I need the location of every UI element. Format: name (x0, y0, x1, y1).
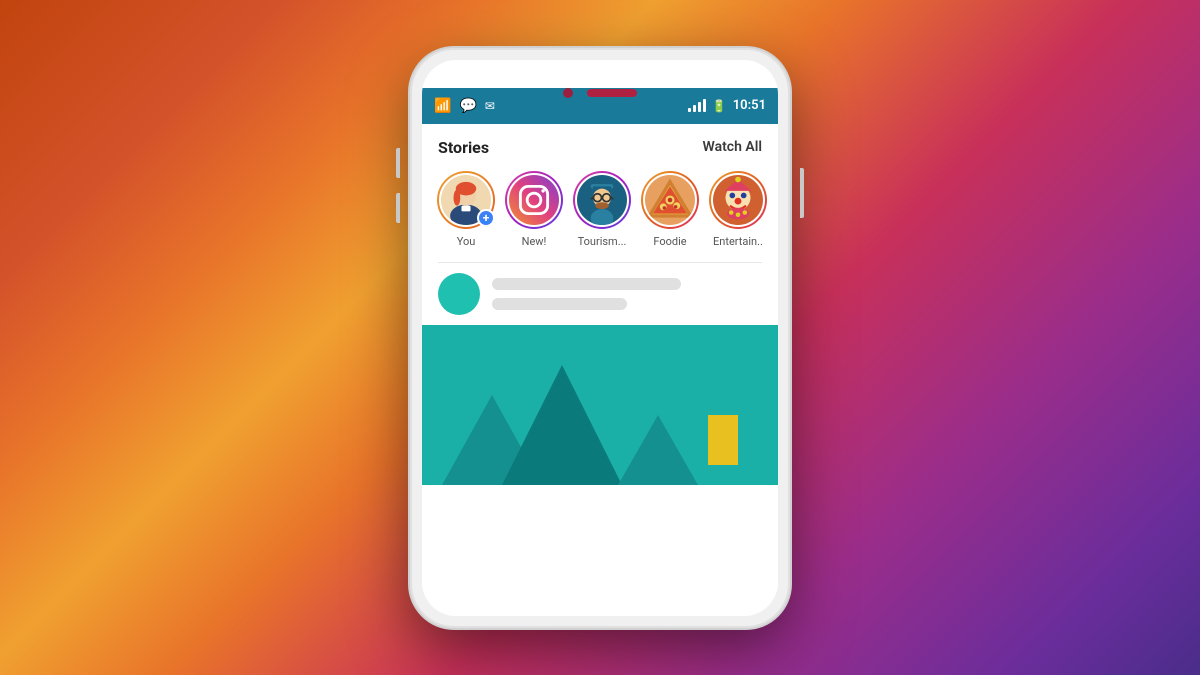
stories-header: Stories Watch All (422, 124, 778, 165)
story-inner-foodie (643, 173, 697, 227)
volume-down-button (396, 193, 400, 223)
front-camera (563, 88, 573, 98)
feed-avatar (438, 273, 480, 315)
stories-row: + You (422, 165, 778, 262)
watch-all-button[interactable]: Watch All (703, 139, 763, 155)
feed-item (422, 263, 778, 325)
feed-text-skeleton (492, 278, 762, 310)
triangle-3 (618, 415, 698, 485)
avatar-new-svg (509, 175, 559, 225)
avatar-entertain-svg (713, 175, 763, 225)
status-bar-left: 📶 💬 ✉ (434, 98, 495, 114)
chat-icon: 💬 (459, 98, 476, 114)
story-avatar-new (505, 171, 563, 229)
story-item-tourism[interactable]: Tourism... (574, 171, 630, 248)
story-item-you[interactable]: + You (438, 171, 494, 248)
signal-strength-icon (688, 99, 706, 112)
mail-icon: ✉ (485, 99, 495, 113)
volume-up-button (396, 148, 400, 178)
story-inner-tourism (575, 173, 629, 227)
triangle-2 (502, 365, 622, 485)
story-ring-entertain (709, 171, 767, 229)
phone-outer-shell: 📶 💬 ✉ 🔋 10:51 (410, 48, 790, 628)
clock-time: 10:51 (733, 98, 766, 113)
story-label-entertain: Entertain.. (713, 235, 763, 248)
story-item-foodie[interactable]: Foodie (642, 171, 698, 248)
phone-mockup: 📶 💬 ✉ 🔋 10:51 (410, 48, 790, 628)
phone-screen: 📶 💬 ✉ 🔋 10:51 (422, 60, 778, 616)
yellow-accent (708, 415, 738, 465)
story-inner-new (507, 173, 561, 227)
story-label-tourism: Tourism... (578, 235, 627, 248)
avatar-tourism-svg (577, 175, 627, 225)
stories-title: Stories (438, 138, 489, 157)
earpiece-speaker (587, 89, 637, 97)
feed-image (422, 325, 778, 485)
wifi-icon: 📶 (434, 98, 451, 114)
story-ring-new (505, 171, 563, 229)
add-story-badge[interactable]: + (477, 209, 495, 227)
story-avatar-entertain (709, 171, 767, 229)
story-label-new: New! (522, 235, 547, 248)
avatar-foodie-svg (645, 175, 695, 225)
story-avatar-tourism (573, 171, 631, 229)
status-bar-right: 🔋 10:51 (688, 98, 766, 113)
app-content: Stories Watch All (422, 124, 778, 616)
story-item-new[interactable]: New! (506, 171, 562, 248)
story-ring-tourism (573, 171, 631, 229)
story-avatar-you: + (437, 171, 495, 229)
power-button (800, 168, 804, 218)
story-item-entertain[interactable]: Entertain.. (710, 171, 766, 248)
feed-line-1 (492, 278, 681, 290)
story-inner-entertain (711, 173, 765, 227)
teal-background (422, 325, 778, 485)
battery-icon: 🔋 (712, 99, 727, 113)
feed-line-2 (492, 298, 627, 310)
story-ring-foodie (641, 171, 699, 229)
story-label-foodie: Foodie (653, 235, 686, 248)
story-avatar-foodie (641, 171, 699, 229)
story-label-you: You (457, 235, 476, 248)
